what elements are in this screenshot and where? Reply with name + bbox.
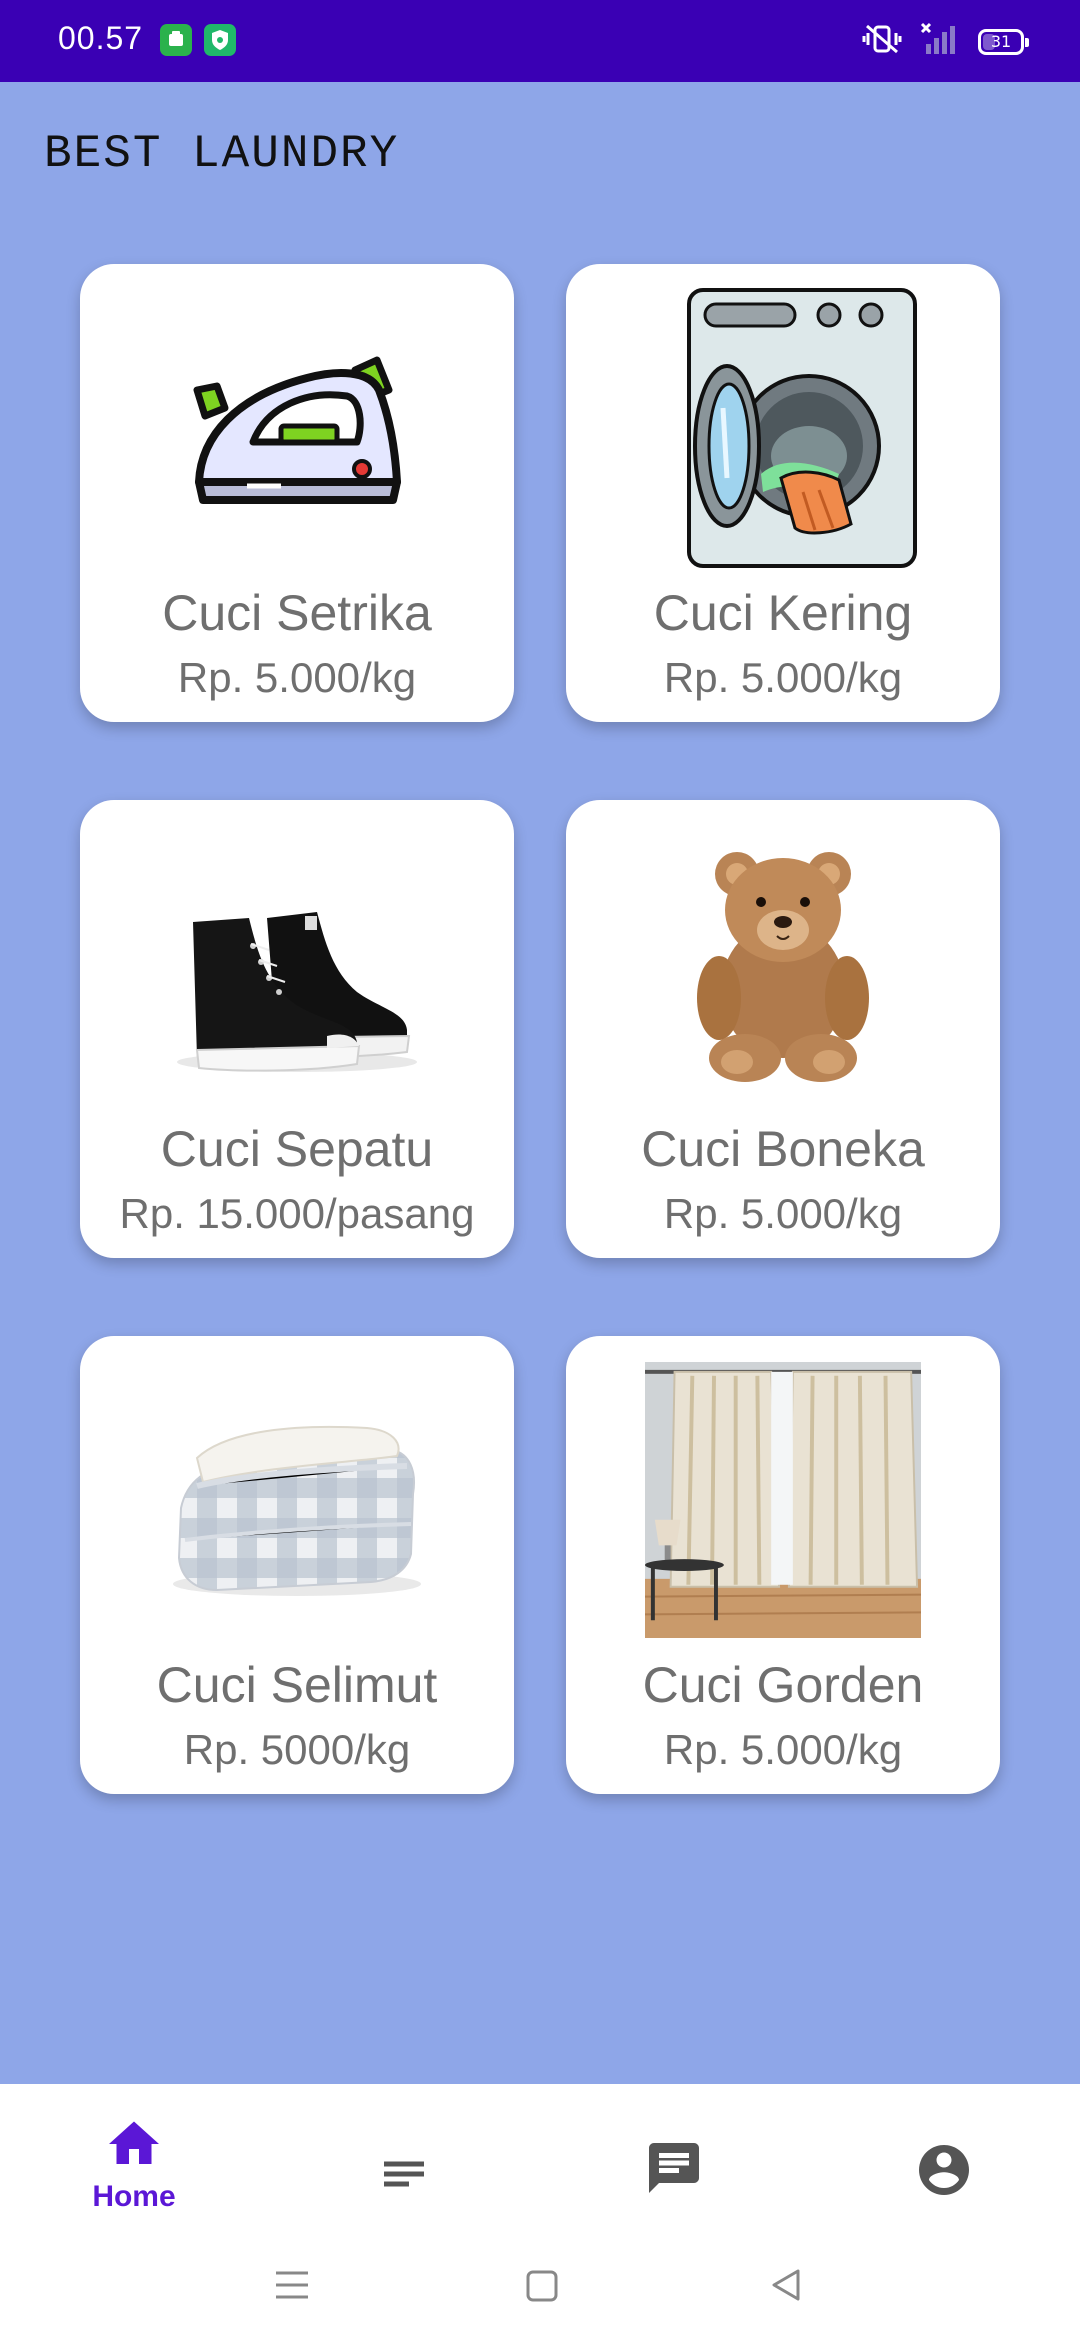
back-icon[interactable]	[766, 2265, 806, 2305]
chat-icon	[649, 2143, 699, 2193]
service-card-gorden[interactable]: Cuci Gorden Rp. 5.000/kg	[566, 1336, 1000, 1794]
signal-icon	[920, 22, 960, 61]
nav-item-chat[interactable]	[604, 2114, 744, 2234]
service-name: Cuci Setrika	[162, 585, 432, 641]
status-time: 00.57	[58, 20, 144, 56]
status-indicators: 31	[862, 22, 1029, 61]
nav-label-home: Home	[92, 2180, 176, 2213]
service-price: Rp. 5.000/kg	[663, 1190, 903, 1237]
curtain-image	[645, 1362, 921, 1638]
service-card-selimut[interactable]: Cuci Selimut Rp. 5000/kg	[80, 1336, 514, 1794]
service-card-setrika[interactable]: Cuci Setrika Rp. 5.000/kg	[80, 264, 514, 722]
nav-item-account[interactable]	[874, 2114, 1014, 2234]
teddy-bear-image	[697, 852, 869, 1082]
service-price: Rp. 5.000/kg	[177, 654, 417, 701]
service-price: Rp. 5000/kg	[183, 1726, 411, 1773]
list-icon	[384, 2161, 424, 2187]
sneakers-image	[177, 912, 417, 1072]
home-icon	[109, 2121, 159, 2164]
account-icon	[919, 2145, 969, 2195]
app-title: BEST LAUNDRY	[44, 128, 400, 180]
app-notification-icon	[160, 24, 192, 56]
nav-item-list[interactable]	[334, 2114, 474, 2234]
service-price: Rp. 15.000/pasang	[119, 1190, 475, 1237]
battery-icon: 31	[978, 28, 1029, 55]
home-button-icon[interactable]	[524, 2268, 560, 2304]
service-card-kering[interactable]: Cuci Kering Rp. 5.000/kg	[566, 264, 1000, 722]
service-price: Rp. 5.000/kg	[663, 1726, 903, 1773]
battery-level: 31	[990, 32, 1012, 51]
service-name: Cuci Boneka	[641, 1121, 925, 1177]
vibrate-off-icon	[862, 22, 902, 61]
menu-icon[interactable]	[272, 2265, 312, 2305]
service-price: Rp. 5.000/kg	[663, 654, 903, 701]
nav-item-home[interactable]: Home	[64, 2114, 204, 2234]
service-name: Cuci Sepatu	[160, 1121, 434, 1177]
blanket-image	[173, 1425, 421, 1596]
service-name: Cuci Selimut	[156, 1657, 438, 1713]
service-card-boneka[interactable]: Cuci Boneka Rp. 5.000/kg	[566, 800, 1000, 1258]
service-name: Cuci Kering	[653, 585, 913, 641]
washing-machine-icon	[687, 288, 917, 568]
status-bar: 00.57 31	[0, 0, 1080, 82]
service-name: Cuci Gorden	[642, 1657, 924, 1713]
shield-notification-icon	[204, 24, 236, 56]
iron-icon	[193, 356, 401, 504]
service-card-sepatu[interactable]: Cuci Sepatu Rp. 15.000/pasang	[80, 800, 514, 1258]
